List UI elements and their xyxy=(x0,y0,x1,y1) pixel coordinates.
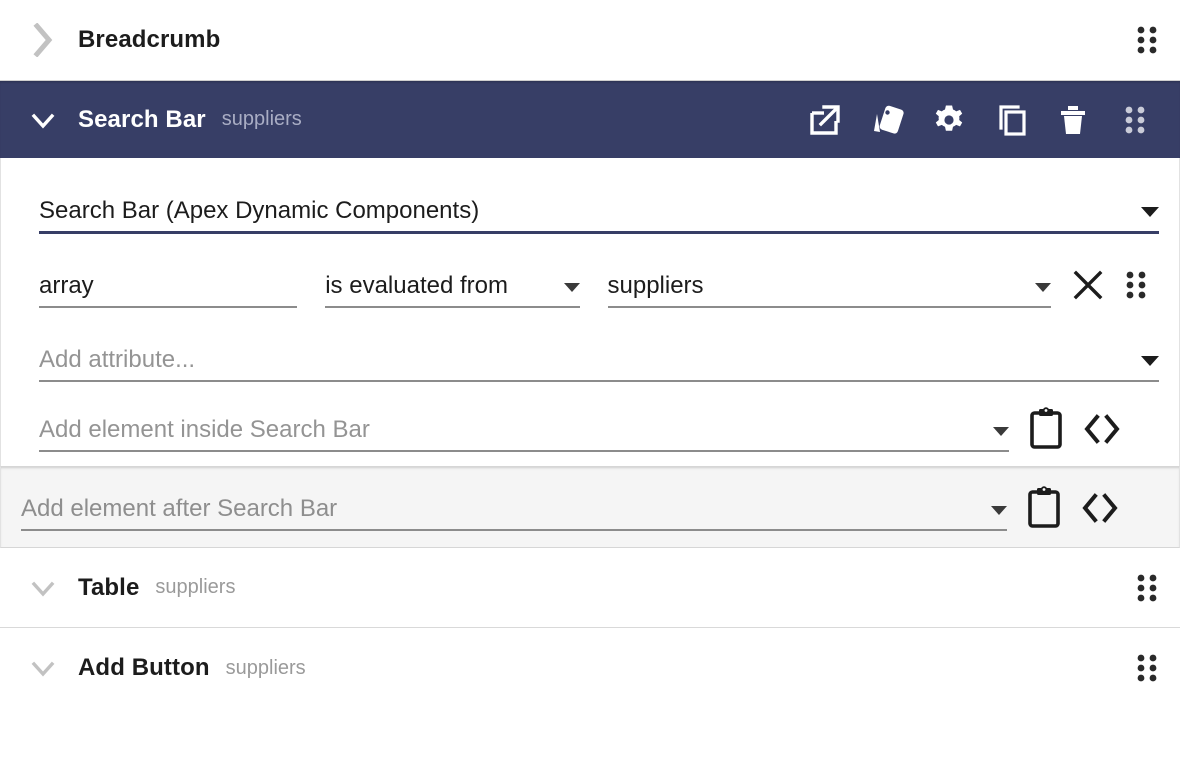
component-title: Table xyxy=(78,573,140,601)
component-row-table[interactable]: Table suppliers xyxy=(0,548,1180,628)
add-element-after-band: Add element after Search Bar xyxy=(0,466,1180,548)
component-type-row: Search Bar (Apex Dynamic Components) xyxy=(1,158,1179,234)
add-element-inside-select[interactable]: Add element inside Search Bar xyxy=(39,416,1009,452)
component-subtitle: suppliers xyxy=(155,576,236,598)
add-attribute-placeholder: Add attribute... xyxy=(39,346,196,373)
chevron-down-icon[interactable] xyxy=(1035,283,1051,292)
style-palette-icon[interactable] xyxy=(856,92,918,148)
chevron-down-icon[interactable] xyxy=(26,103,60,137)
chevron-right-icon[interactable] xyxy=(26,23,60,57)
open-external-icon[interactable] xyxy=(794,92,856,148)
selected-component-header[interactable]: Search Bar suppliers xyxy=(0,80,1180,158)
drag-handle-icon[interactable] xyxy=(1132,23,1162,57)
clipboard-paste-icon[interactable] xyxy=(1021,485,1067,531)
component-type-value: Search Bar (Apex Dynamic Components) xyxy=(39,197,480,224)
add-element-inside-row: Add element inside Search Bar xyxy=(1,382,1179,466)
add-element-after-select[interactable]: Add element after Search Bar xyxy=(21,495,1007,531)
component-row-add-button[interactable]: Add Button suppliers xyxy=(0,628,1180,708)
code-brackets-icon[interactable] xyxy=(1077,485,1123,531)
add-attribute-row: Add attribute... xyxy=(1,308,1179,382)
attribute-row: array is evaluated from suppliers xyxy=(1,234,1179,308)
chevron-down-icon[interactable] xyxy=(991,506,1007,515)
selected-component-title: Search Bar xyxy=(78,105,206,133)
component-title: Add Button xyxy=(78,654,210,681)
attribute-value-text: suppliers xyxy=(607,272,704,299)
component-builder-panel: Breadcrumb Search Bar suppliers Search B… xyxy=(0,0,1180,780)
selected-component-subtitle: suppliers xyxy=(221,108,302,130)
drag-handle-icon[interactable] xyxy=(1132,651,1162,685)
component-row-breadcrumb[interactable]: Breadcrumb xyxy=(0,0,1180,80)
attribute-operator-value: is evaluated from xyxy=(325,272,508,299)
add-element-after-placeholder: Add element after Search Bar xyxy=(21,495,338,522)
chevron-down-icon[interactable] xyxy=(1141,207,1159,217)
attribute-name-input[interactable]: array xyxy=(39,272,298,308)
component-subtitle: suppliers xyxy=(225,656,306,679)
code-brackets-icon[interactable] xyxy=(1079,406,1125,452)
chevron-down-icon[interactable] xyxy=(993,427,1009,436)
copy-icon[interactable] xyxy=(980,92,1042,148)
close-x-icon[interactable] xyxy=(1065,262,1111,308)
chevron-down-icon[interactable] xyxy=(26,651,60,685)
drag-handle-icon[interactable] xyxy=(1104,92,1166,148)
chevron-down-icon[interactable] xyxy=(1141,356,1159,366)
drag-handle-icon[interactable] xyxy=(1132,571,1162,605)
component-type-select[interactable]: Search Bar (Apex Dynamic Components) xyxy=(39,197,1159,234)
attribute-name-value: array xyxy=(39,272,94,299)
attribute-value-select[interactable]: suppliers xyxy=(607,272,1051,308)
attribute-operator-select[interactable]: is evaluated from xyxy=(325,272,580,308)
add-attribute-select[interactable]: Add attribute... xyxy=(39,346,1159,382)
drag-handle-icon[interactable] xyxy=(1113,262,1159,308)
add-element-inside-placeholder: Add element inside Search Bar xyxy=(39,416,370,443)
component-title: Breadcrumb xyxy=(78,26,221,53)
selected-component-body: Search Bar (Apex Dynamic Components) arr… xyxy=(0,158,1180,466)
clipboard-paste-icon[interactable] xyxy=(1023,406,1069,452)
trash-icon[interactable] xyxy=(1042,92,1104,148)
chevron-down-icon[interactable] xyxy=(26,571,60,605)
chevron-down-icon[interactable] xyxy=(563,283,580,292)
gear-icon[interactable] xyxy=(918,92,980,148)
